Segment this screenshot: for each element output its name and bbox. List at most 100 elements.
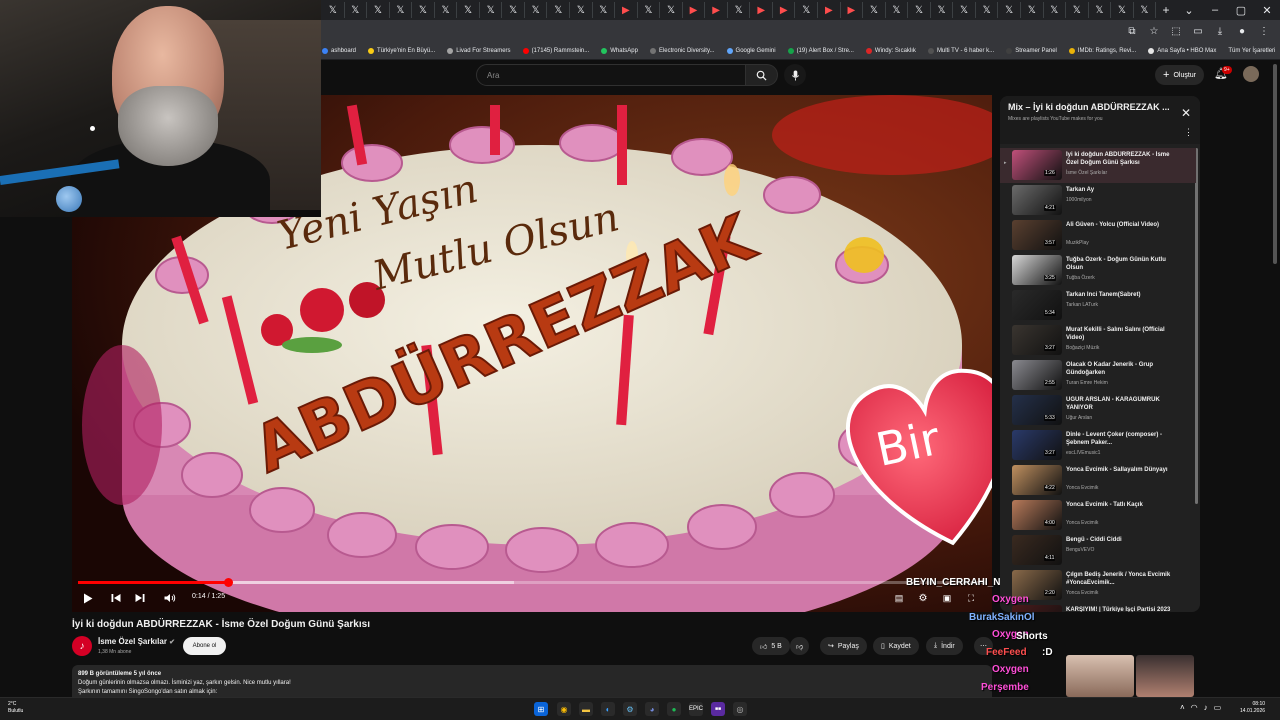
browser-tab[interactable]: 𝕏 (1134, 2, 1157, 18)
browser-tab[interactable]: ▶ (750, 2, 773, 18)
download-icon[interactable]: ⤓ (1212, 26, 1228, 37)
playlist-item[interactable]: 4:00 Yonca Evcimik - Tatlı Kaçık Yonca Evc… (1000, 498, 1196, 533)
previous-button[interactable] (108, 590, 124, 606)
bookmark-item[interactable]: Electronic Diversity... (649, 47, 715, 54)
edge-icon[interactable]: ◐ (601, 702, 615, 716)
browser-tab[interactable]: 𝕏 (390, 2, 413, 18)
volume-button[interactable] (162, 590, 178, 606)
channel-avatar[interactable]: ♪ (72, 636, 92, 656)
chevron-down-icon[interactable]: ⌄ (1176, 4, 1202, 17)
browser-tab[interactable]: 𝕏 (412, 2, 435, 18)
spotify-icon[interactable]: ● (667, 702, 681, 716)
browser-tab[interactable]: 𝕏 (976, 2, 999, 18)
chevron-up-icon[interactable]: ˄ (1180, 703, 1185, 712)
fullscreen-button[interactable]: ⛶ (964, 590, 978, 606)
browser-tab[interactable]: ▶ (818, 2, 841, 18)
playlist-item[interactable]: ▸ 1:26 İyi ki doğdun ABDÜRREZZAK - İsme Öz… (1000, 148, 1196, 183)
close-window-icon[interactable]: ✕ (1254, 4, 1280, 17)
browser-tab[interactable]: 𝕏 (1021, 2, 1044, 18)
save-button[interactable]: ▯ Kaydet (873, 637, 919, 655)
wifi-icon[interactable]: ◠ (1191, 703, 1198, 712)
settings-button[interactable]: ⚙ (916, 590, 930, 606)
browser-tab[interactable]: 𝕏 (863, 2, 886, 18)
account-avatar[interactable] (1243, 66, 1259, 82)
browser-tab[interactable]: 𝕏 (525, 2, 548, 18)
download-button[interactable]: ⤓ İndir (926, 637, 963, 655)
like-button[interactable]: 👍︎ 5 B (752, 637, 790, 655)
weather-widget[interactable]: 2°C Bulutlu (8, 701, 23, 715)
browser-tab[interactable]: 𝕏 (457, 2, 480, 18)
discord-icon[interactable]: ◕ (645, 702, 659, 716)
browser-tab[interactable]: 𝕏 (345, 2, 368, 18)
bookmark-item[interactable]: Livad For Streamers (447, 47, 511, 54)
play-button[interactable] (80, 590, 96, 606)
browser-tab[interactable]: 𝕏 (480, 2, 503, 18)
star-icon[interactable]: ☆ (1146, 26, 1162, 37)
browser-tab[interactable]: 𝕏 (547, 2, 571, 18)
chrome-icon[interactable]: ◉ (557, 702, 571, 716)
bookmark-item[interactable]: Google Gemini (726, 47, 776, 54)
page-scrollbar[interactable] (1273, 64, 1277, 264)
bookmark-item[interactable]: Streamer Panel (1006, 47, 1057, 54)
playlist-thumbnail[interactable] (1012, 605, 1062, 612)
extensions-icon[interactable]: ⬚ (1168, 26, 1184, 37)
all-bookmarks[interactable]: Tüm Yer İşaretleri (1228, 48, 1275, 54)
playlist-item[interactable]: KARŞIYIM! | Türkiye İşçi Partisi 2023 Se… (1000, 603, 1196, 612)
voice-search-button[interactable] (784, 64, 806, 86)
bookmark-item[interactable]: (19) Alert Box / Stre... (787, 47, 854, 54)
bookmark-item[interactable]: Multi TV - 6 haber k... (927, 47, 994, 54)
subtitles-button[interactable]: ▤ (892, 590, 906, 606)
playlist-item[interactable]: 3:27 Murat Kekilli - Salını Salını (Offic… (1000, 323, 1196, 358)
browser-tab[interactable]: 𝕏 (886, 2, 909, 18)
subscribe-button[interactable]: Abone ol (183, 637, 226, 655)
menu-icon[interactable]: ⋮ (1256, 26, 1272, 37)
channel-name[interactable]: İsme Özel Şarkılar ✔ (98, 637, 175, 646)
browser-tab[interactable]: 𝕏 (502, 2, 525, 18)
cast-icon[interactable]: ⧉ (1124, 26, 1140, 37)
browser-tab[interactable]: ▶ (773, 2, 796, 18)
maximize-icon[interactable]: ▢ (1228, 4, 1254, 17)
browser-tab[interactable]: 𝕏 (998, 2, 1021, 18)
playlist-title[interactable]: Mix – İyi ki doğdun ABDÜRREZZAK ... (1008, 102, 1178, 112)
bookmark-item[interactable]: (17145) Rammstein... (522, 47, 589, 54)
browser-tab[interactable]: 𝕏 (953, 2, 976, 18)
browser-tab[interactable]: 𝕏 (1044, 2, 1067, 18)
sidebar-icon[interactable]: ▭ (1190, 26, 1206, 37)
bookmark-item[interactable]: IMDb: Ratings, Revi... (1068, 47, 1136, 54)
browser-tab[interactable]: 𝕏 (593, 2, 616, 18)
share-button[interactable]: ↪ Paylaş (820, 637, 867, 655)
browser-tab[interactable]: 𝕏 (795, 2, 819, 18)
browser-tab[interactable]: 𝕏 (660, 2, 683, 18)
dislike-button[interactable]: 👎︎ (790, 637, 810, 655)
playlist-item[interactable]: 3:25 Tuğba Özerk - Doğum Günün Kutlu Olsu… (1000, 253, 1196, 288)
browser-tab[interactable]: 𝕏 (1066, 2, 1089, 18)
bookmark-item[interactable]: Ana Sayfa • HBO Max (1148, 47, 1216, 54)
minimize-icon[interactable]: – (1202, 4, 1228, 17)
clock[interactable]: 08:10 14.01.2026 (1240, 701, 1265, 715)
browser-tab[interactable]: ▶ (841, 2, 864, 18)
speaker-icon[interactable]: ♪ (1204, 703, 1208, 712)
playlist-item[interactable]: 4:21 Tarkan Ay 1000milyon (1000, 183, 1196, 218)
folder-icon[interactable]: ▬ (579, 702, 593, 716)
playlist-item[interactable]: 3:27 Dinle - Levent Çoker (composer) - Şe… (1000, 428, 1196, 463)
battery-icon[interactable]: ▭ (1214, 703, 1222, 712)
browser-tab[interactable]: 𝕏 (728, 2, 751, 18)
browser-tab[interactable]: 𝕏 (570, 2, 593, 18)
playlist-item[interactable]: 5:34 Tarkan Inci Tanem(Sabret) Tarkan LATu… (1000, 288, 1196, 323)
create-button[interactable]: + Oluştur (1155, 65, 1204, 85)
steam-icon[interactable]: ⚙ (623, 702, 637, 716)
scrubber-handle[interactable] (223, 578, 233, 587)
epic-games-icon[interactable]: EPIC (689, 702, 703, 716)
stream-app-icon[interactable]: ■■ (711, 702, 725, 716)
playlist-item[interactable]: 3:57 Ali Güven - Yolcu (Official Video) Mu… (1000, 218, 1196, 253)
browser-tab[interactable]: ▶ (615, 2, 638, 18)
profile-icon[interactable]: ● (1234, 26, 1250, 37)
search-input[interactable]: Ara (476, 64, 746, 86)
browser-tab[interactable]: 𝕏 (367, 2, 390, 18)
bookmark-item[interactable]: WhatsApp (601, 47, 638, 54)
browser-tab[interactable]: ▶ (705, 2, 728, 18)
playlist-item[interactable]: 2:55 Olacak O Kadar Jenerik - Grup Gündoğ… (1000, 358, 1196, 393)
browser-tab[interactable]: 𝕏 (931, 2, 954, 18)
next-button[interactable] (132, 590, 148, 606)
new-tab-button[interactable]: + (1156, 3, 1176, 17)
